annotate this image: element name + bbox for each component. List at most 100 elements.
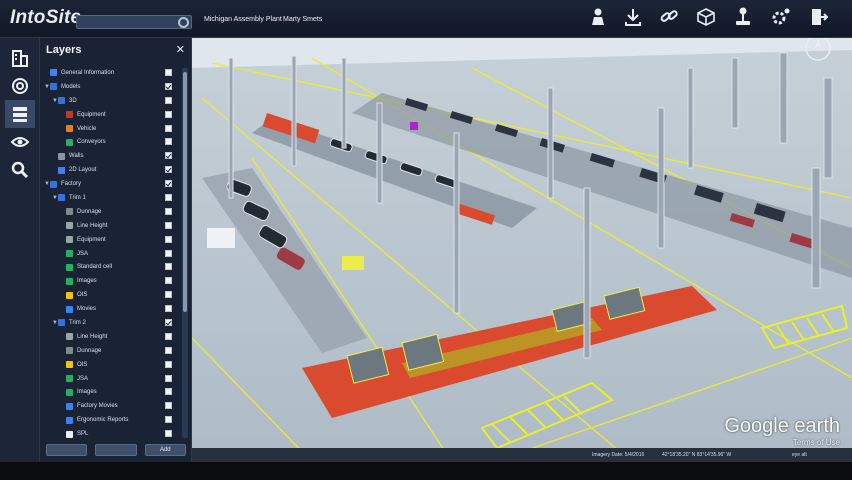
layer-checkbox[interactable]	[165, 138, 172, 146]
layer-checkbox[interactable]	[165, 221, 172, 229]
layer-checkbox[interactable]	[165, 332, 172, 340]
layer-type-icon	[50, 180, 57, 188]
layer-label: Trim 2	[69, 319, 86, 326]
terms-of-use-link[interactable]: Terms of Use	[793, 438, 840, 447]
map-status-bar: Imagery Date: 5/4/2016 42°18'35.20" N 83…	[192, 448, 852, 462]
layer-checkbox[interactable]	[165, 207, 172, 215]
cube-icon[interactable]	[694, 6, 718, 28]
layer-type-icon	[66, 125, 73, 132]
panel-button-1[interactable]	[46, 444, 88, 456]
layer-label: Dunnage	[77, 347, 102, 354]
layer-checkbox[interactable]	[165, 82, 172, 90]
layer-row[interactable]: SPL	[40, 427, 180, 441]
screen-bezel	[0, 462, 852, 480]
layer-row[interactable]: Dunnage	[40, 205, 180, 219]
layer-row[interactable]: Dunnage	[40, 344, 180, 358]
download-icon[interactable]	[621, 6, 645, 28]
layer-checkbox[interactable]	[165, 305, 172, 313]
layer-row[interactable]: 2D Layout	[40, 163, 180, 177]
layer-checkbox[interactable]	[165, 319, 172, 327]
layer-label: Standard cell	[77, 264, 113, 271]
target-icon[interactable]	[5, 72, 35, 100]
layer-type-icon	[66, 333, 73, 341]
layer-row[interactable]: Standard cell	[40, 260, 180, 274]
layer-row[interactable]: Line Height	[40, 330, 180, 344]
layer-checkbox[interactable]	[165, 249, 172, 257]
layer-row[interactable]: Equipment	[40, 233, 180, 247]
person-icon[interactable]	[586, 6, 610, 28]
scrollbar[interactable]	[182, 68, 188, 438]
layer-row[interactable]: ▼ Models	[40, 80, 180, 94]
layer-type-icon	[66, 111, 73, 119]
layer-label: Equipment	[77, 111, 106, 118]
layer-label: Models	[61, 83, 81, 90]
layer-checkbox[interactable]	[165, 291, 172, 299]
building-icon[interactable]	[5, 44, 35, 72]
layer-row[interactable]: Line Height	[40, 219, 180, 233]
layer-row[interactable]: Equipment	[40, 108, 180, 122]
layer-type-icon	[66, 305, 73, 313]
layer-type-icon	[66, 430, 73, 438]
layer-label: SPL	[77, 431, 89, 438]
layer-checkbox[interactable]	[165, 152, 172, 160]
layer-checkbox[interactable]	[165, 96, 172, 104]
layer-row[interactable]: ▼ 3D	[40, 94, 180, 108]
exit-icon[interactable]	[806, 6, 830, 28]
layer-row[interactable]: Ergonomic Reports	[40, 413, 180, 427]
layer-row[interactable]: ▼ Trim 2	[40, 316, 180, 330]
plant-name: Michigan Assembly Plant	[204, 16, 282, 23]
top-bar: IntoSite Michigan Assembly Plant Marty S…	[0, 0, 852, 38]
layer-checkbox[interactable]	[165, 430, 172, 438]
layer-row[interactable]: Vehicle	[40, 122, 180, 136]
layer-checkbox[interactable]	[165, 277, 172, 285]
layer-checkbox[interactable]	[165, 194, 172, 202]
layer-checkbox[interactable]	[165, 235, 172, 243]
layer-checkbox[interactable]	[165, 360, 172, 368]
layer-row[interactable]: ▼ Trim 1	[40, 191, 180, 205]
layers-icon[interactable]	[5, 100, 35, 128]
panel-button-2[interactable]	[95, 444, 137, 456]
layer-row[interactable]: Images	[40, 274, 180, 288]
map-3d-view[interactable]: Google earth Terms of Use	[192, 38, 852, 462]
layer-row[interactable]: Movies	[40, 302, 180, 316]
add-button[interactable]: Add	[144, 444, 186, 456]
layer-row[interactable]: JSA	[40, 247, 180, 261]
layer-checkbox[interactable]	[165, 263, 172, 271]
layer-checkbox[interactable]	[165, 416, 172, 424]
layer-checkbox[interactable]	[165, 402, 172, 410]
layer-checkbox[interactable]	[165, 110, 172, 118]
layer-row[interactable]: JSA	[40, 372, 180, 386]
layer-type-icon	[66, 236, 73, 244]
eye-icon[interactable]	[5, 128, 35, 156]
layer-checkbox[interactable]	[165, 124, 172, 132]
layer-row[interactable]: General Information	[40, 66, 180, 80]
user-name: Marty Smets	[283, 16, 323, 23]
search-input[interactable]	[76, 15, 192, 29]
layer-row[interactable]: Factory Movies	[40, 399, 180, 413]
layer-checkbox[interactable]	[165, 180, 172, 188]
layer-label: OIS	[77, 361, 88, 368]
layer-row[interactable]: OIS	[40, 358, 180, 372]
scrollbar-thumb[interactable]	[183, 72, 187, 312]
layer-row[interactable]: OIS	[40, 288, 180, 302]
layer-checkbox[interactable]	[165, 346, 172, 354]
layer-checkbox[interactable]	[165, 388, 172, 396]
search-icon[interactable]	[5, 156, 35, 184]
layer-checkbox[interactable]	[165, 69, 172, 76]
layer-row[interactable]: ▼ Factory	[40, 177, 180, 191]
settings-gear-icon[interactable]	[769, 6, 793, 28]
layer-row[interactable]: Walls	[40, 149, 180, 163]
layer-row[interactable]: Conveyors	[40, 135, 180, 149]
joystick-icon[interactable]	[731, 6, 755, 28]
layer-label: Images	[77, 389, 97, 396]
layer-row[interactable]: Images	[40, 385, 180, 399]
layer-label: Walls	[69, 153, 84, 160]
link-icon[interactable]	[657, 6, 681, 28]
layer-checkbox[interactable]	[165, 374, 172, 382]
layer-label: Line Height	[77, 222, 108, 229]
close-icon[interactable]: ✕	[176, 43, 185, 56]
layer-label: Images	[77, 278, 97, 285]
layer-label: Factory Movies	[77, 403, 118, 410]
layer-label: Equipment	[77, 236, 106, 243]
layer-checkbox[interactable]	[165, 166, 172, 174]
